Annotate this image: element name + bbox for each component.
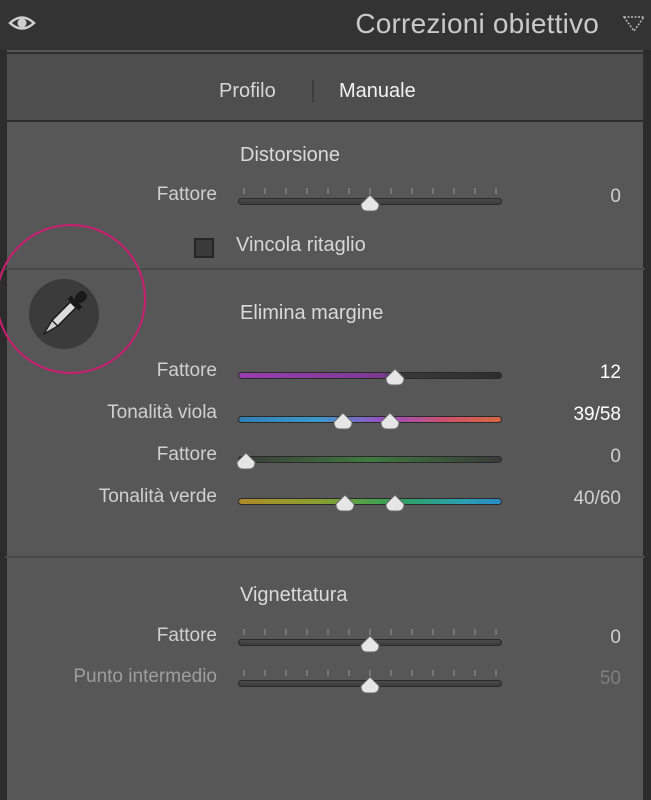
slider-track[interactable] bbox=[238, 498, 502, 505]
section-title-distortion: Distorsione bbox=[240, 144, 341, 166]
tab-manual[interactable]: Manuale bbox=[339, 80, 416, 103]
section-title-vignetting: Vignettatura bbox=[240, 584, 348, 606]
vignette-amount-value[interactable]: 0 bbox=[610, 627, 621, 649]
tab-bar: Profilo Manuale bbox=[5, 52, 645, 122]
eye-icon[interactable] bbox=[8, 12, 36, 34]
slider-thumb[interactable] bbox=[379, 412, 401, 430]
slider-thumb[interactable] bbox=[384, 494, 406, 512]
distortion-factor-slider[interactable] bbox=[238, 176, 502, 216]
constrain-crop-label[interactable]: Vincola ritaglio bbox=[236, 234, 366, 257]
slider-thumb[interactable] bbox=[235, 452, 257, 470]
vignette-midpoint-label: Punto intermedio bbox=[73, 666, 217, 687]
section-title-defringe: Elimina margine bbox=[240, 302, 384, 324]
panel-header[interactable]: Correzioni obiettivo bbox=[0, 0, 651, 50]
tab-separator bbox=[312, 80, 314, 102]
purple-amount-value[interactable]: 12 bbox=[600, 362, 621, 384]
highlight-circle bbox=[0, 224, 146, 374]
purple-hue-label: Tonalità viola bbox=[107, 402, 217, 423]
purple-amount-label: Fattore bbox=[156, 360, 217, 381]
slider-thumb[interactable] bbox=[359, 635, 381, 653]
green-hue-slider[interactable] bbox=[238, 476, 502, 516]
slider-track[interactable] bbox=[238, 372, 502, 379]
distortion-factor-label: Fattore bbox=[156, 184, 217, 205]
purple-hue-value[interactable]: 39/58 bbox=[573, 404, 621, 426]
green-hue-label: Tonalità verde bbox=[98, 486, 217, 507]
green-hue-value[interactable]: 40/60 bbox=[573, 488, 621, 510]
green-amount-value[interactable]: 0 bbox=[610, 446, 621, 468]
vignette-amount-slider[interactable] bbox=[238, 617, 502, 657]
slider-thumb[interactable] bbox=[334, 494, 356, 512]
vignette-midpoint-slider[interactable] bbox=[238, 658, 502, 698]
green-amount-slider[interactable] bbox=[235, 434, 502, 474]
slider-track[interactable] bbox=[238, 456, 502, 463]
slider-thumb[interactable] bbox=[332, 412, 354, 430]
purple-hue-slider[interactable] bbox=[238, 394, 502, 434]
section-divider bbox=[5, 556, 645, 558]
distortion-factor-value[interactable]: 0 bbox=[610, 186, 621, 208]
panel-title: Correzioni obiettivo bbox=[355, 8, 599, 39]
triangle-down-icon[interactable] bbox=[623, 16, 645, 32]
slider-thumb[interactable] bbox=[359, 194, 381, 212]
purple-amount-slider[interactable] bbox=[238, 350, 502, 390]
slider-track[interactable] bbox=[238, 416, 502, 423]
vignette-amount-label: Fattore bbox=[156, 625, 217, 646]
slider-thumb[interactable] bbox=[359, 676, 381, 694]
green-amount-label: Fattore bbox=[156, 444, 217, 465]
vignette-midpoint-value[interactable]: 50 bbox=[600, 668, 621, 690]
constrain-crop-checkbox[interactable] bbox=[194, 238, 214, 258]
tab-profile[interactable]: Profilo bbox=[219, 80, 276, 103]
slider-thumb[interactable] bbox=[384, 368, 406, 386]
